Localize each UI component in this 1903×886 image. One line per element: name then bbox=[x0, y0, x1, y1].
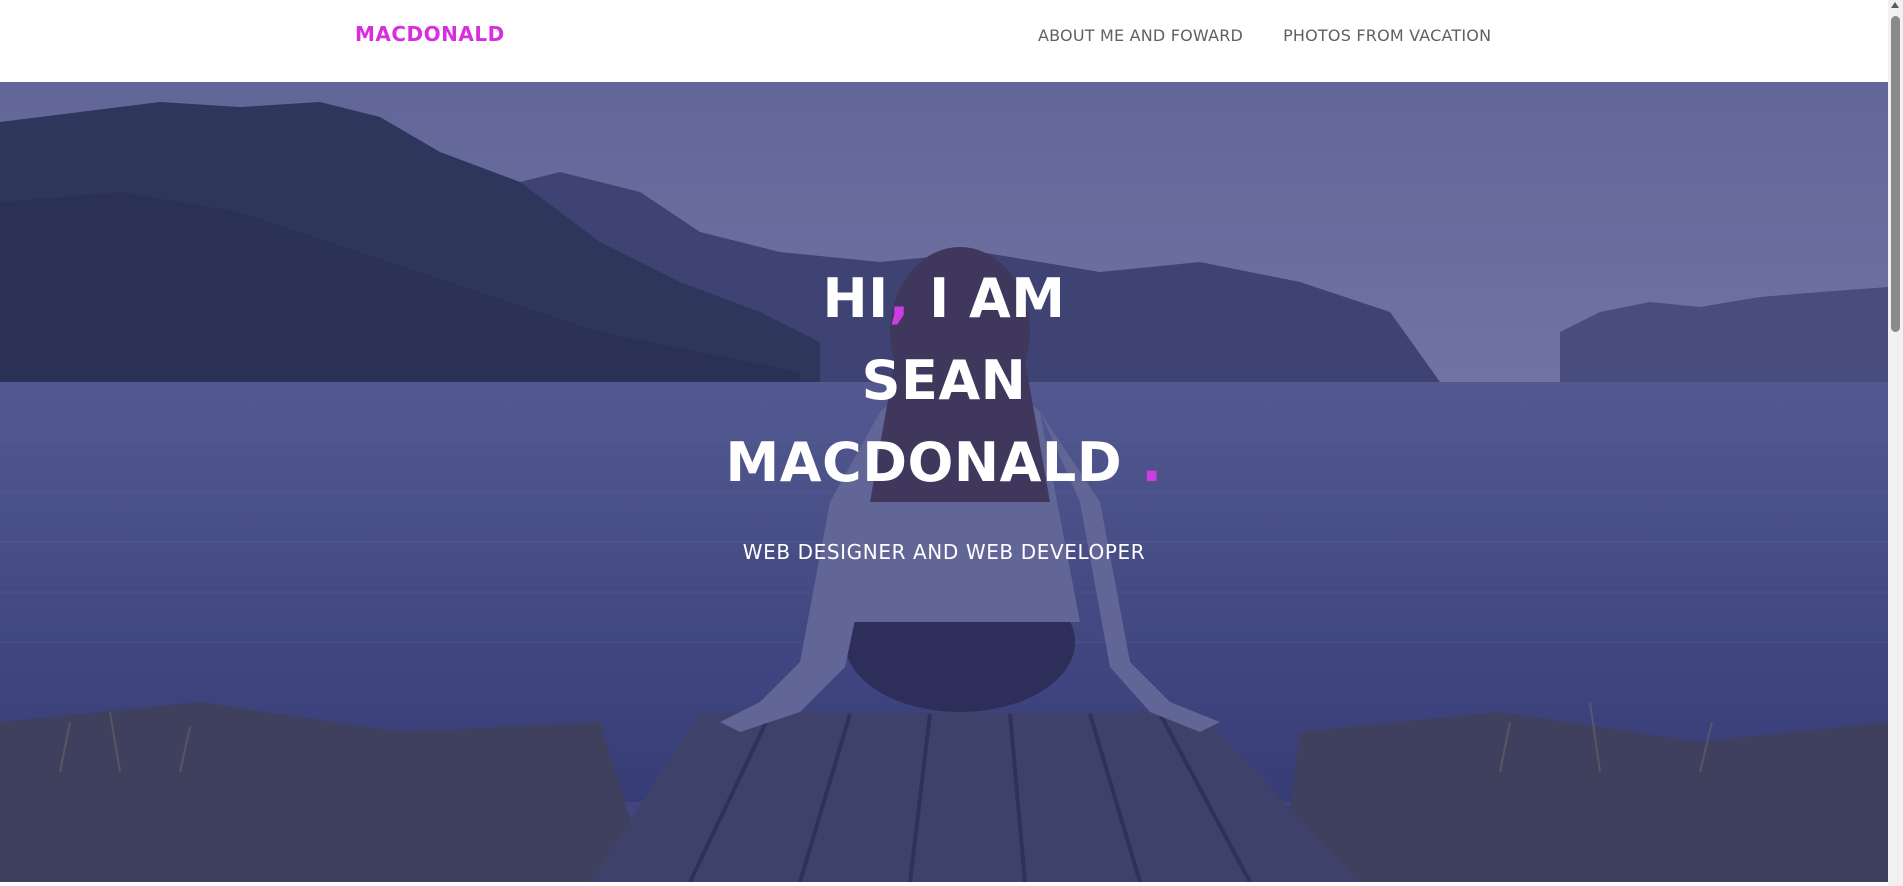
scrollbar-thumb[interactable] bbox=[1891, 16, 1900, 332]
brand-logo-link[interactable]: MACDONALD bbox=[355, 22, 505, 46]
nav-links: ABOUT ME AND FOWARD PHOTOS FROM VACATION bbox=[1038, 26, 1491, 45]
headline-surname: MACDONALD bbox=[725, 431, 1142, 494]
headline-line-1: HI, I AM bbox=[0, 258, 1888, 340]
page-scrollbar[interactable] bbox=[1888, 0, 1903, 886]
navbar: MACDONALD ABOUT ME AND FOWARD PHOTOS FRO… bbox=[0, 0, 1888, 82]
headline-hi: HI bbox=[822, 267, 889, 330]
hero-section: HI, I AM SEAN MACDONALD . WEB DESIGNER A… bbox=[0, 82, 1888, 882]
headline-line-2: SEAN bbox=[861, 349, 1027, 412]
headline-i-am: I AM bbox=[909, 267, 1066, 330]
nav-link-photos[interactable]: PHOTOS FROM VACATION bbox=[1283, 26, 1491, 45]
headline-dot-accent: . bbox=[1141, 431, 1163, 494]
headline-line-3: MACDONALD . bbox=[0, 422, 1888, 504]
headline-comma-accent: , bbox=[888, 267, 910, 330]
scroll-up-arrow-icon[interactable] bbox=[1891, 2, 1899, 8]
hero-content: HI, I AM SEAN MACDONALD . WEB DESIGNER A… bbox=[0, 258, 1888, 564]
hero-subtitle: WEB DESIGNER AND WEB DEVELOPER bbox=[742, 540, 1146, 564]
nav-link-about[interactable]: ABOUT ME AND FOWARD bbox=[1038, 26, 1243, 45]
hero-headline: HI, I AM SEAN MACDONALD . bbox=[0, 258, 1888, 504]
